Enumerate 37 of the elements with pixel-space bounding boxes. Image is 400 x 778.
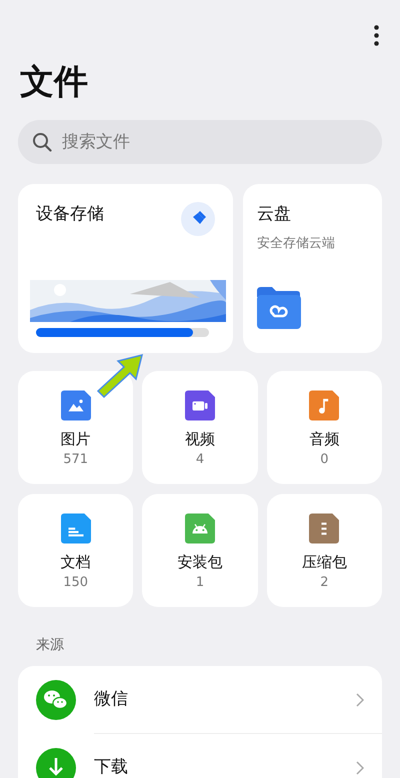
page-title: 文件 — [20, 61, 89, 104]
category-label: 音频 — [309, 430, 340, 448]
search-field[interactable]: 搜索文件 — [18, 120, 382, 164]
category-card[interactable]: 安装包 1 — [142, 494, 258, 608]
chat-bubbles-icon — [36, 680, 76, 720]
section-header: 来源 — [36, 636, 65, 656]
category-label: 安装包 — [177, 553, 222, 572]
chevron-right-icon — [356, 760, 364, 775]
category-card[interactable]: 压缩包 2 — [266, 494, 382, 608]
category-label: 视频 — [184, 430, 215, 448]
cloud-drive-card[interactable]: 云盘 安全存储云端 — [243, 184, 382, 354]
file-count: 4 — [196, 452, 204, 468]
storage-card[interactable]: 设备存储 — [18, 184, 233, 354]
pointer-arrow-icon — [96, 354, 144, 398]
cloud-folder-icon — [257, 287, 301, 330]
file-count: 571 — [63, 452, 88, 468]
file-count: 1 — [196, 575, 204, 591]
category-label: 图片 — [60, 430, 91, 448]
category-card[interactable]: 音频 0 — [266, 371, 382, 484]
source-row[interactable]: 下载 — [36, 734, 382, 778]
file-count: 0 — [320, 452, 328, 468]
category-card[interactable]: 文档 150 — [18, 494, 134, 608]
category-label: 文档 — [60, 553, 91, 572]
card-title: 云盘 — [257, 203, 292, 226]
card-title: 设备存储 — [36, 203, 104, 226]
source-row[interactable]: 微信 — [36, 666, 382, 734]
category-card[interactable]: 视频 4 — [142, 371, 258, 484]
category-label: 压缩包 — [302, 553, 347, 572]
card-subtitle: 安全存储云端 — [257, 234, 336, 253]
chevron-right-icon — [356, 692, 364, 707]
file-count: 2 — [320, 575, 328, 591]
category-card[interactable]: 图片 571 — [18, 371, 134, 484]
more-icon — [374, 24, 378, 46]
file-count: 150 — [63, 575, 88, 591]
source-label: 微信 — [94, 688, 128, 711]
clean-button[interactable] — [181, 202, 215, 236]
source-label: 下载 — [94, 756, 128, 778]
